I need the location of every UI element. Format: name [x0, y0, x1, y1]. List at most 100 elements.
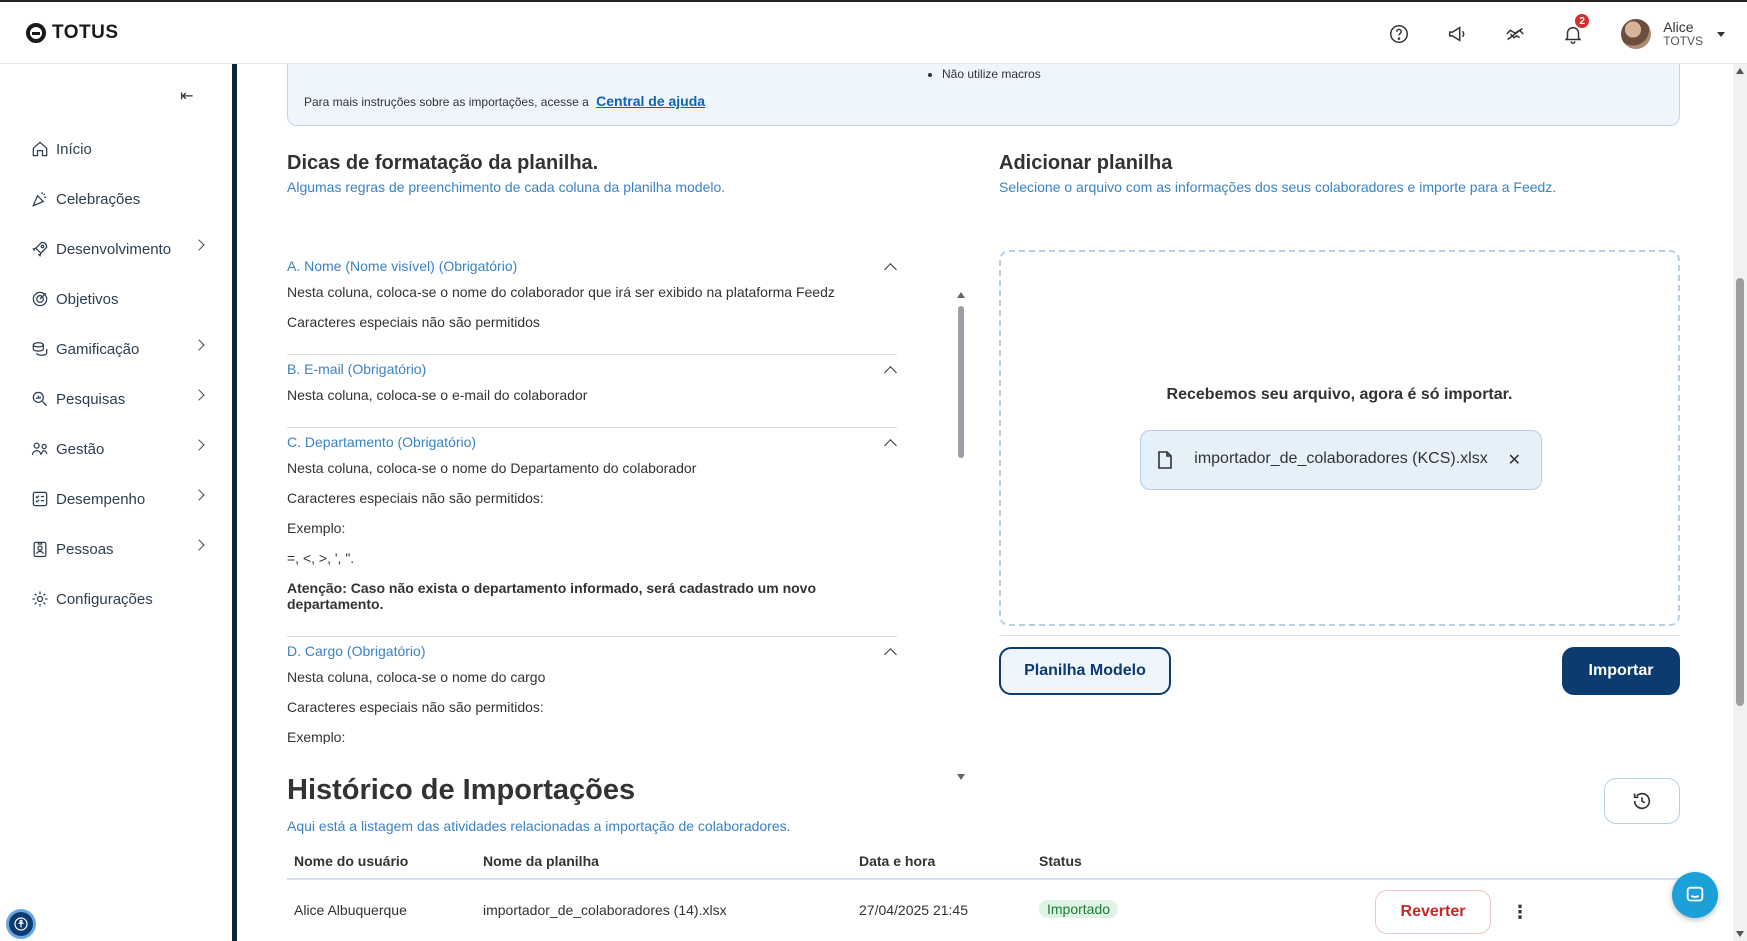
table-body: Alice Albuquerque importador_de_colaborad… [287, 880, 1680, 938]
help-center-link[interactable]: Central de ajuda [596, 93, 705, 109]
upload-subtitle: Selecione o arquivo com as informações d… [999, 179, 1557, 195]
tip-item: A. Nome (Nome visível) (Obrigatório) Nest… [287, 252, 897, 355]
history-title: Histórico de Importações [287, 774, 636, 806]
chevron-right-icon [193, 439, 205, 451]
more-options-icon[interactable]: ⋮ [1511, 902, 1529, 923]
scroll-up-icon[interactable] [957, 292, 965, 298]
sidebar-item-celebracoes[interactable]: Celebrações [0, 174, 232, 224]
history-table: Nome do usuário Nome da planilha Data e ho… [287, 842, 1680, 938]
cell-sheet: importador_de_colaboradores (14).xlsx [483, 902, 727, 918]
file-icon [1158, 451, 1172, 469]
file-dropzone[interactable]: Recebemos seu arquivo, agora é só import… [999, 250, 1680, 626]
tip-title[interactable]: B. E-mail (Obrigatório) [287, 361, 897, 377]
top-bar: TOTUS 2 Alice TOTVS [0, 0, 1747, 64]
info-line: Para mais instruções sobre as importaçõe… [304, 93, 705, 109]
page-scroll-thumb[interactable] [1736, 278, 1744, 706]
chevron-right-icon [193, 539, 205, 551]
tips-title: Dicas de formatação da planilha. [287, 152, 599, 174]
template-sheet-button[interactable]: Planilha Modelo [999, 647, 1171, 695]
page-scroll-up-icon[interactable] [1736, 68, 1744, 74]
tip-title[interactable]: D. Cargo (Obrigatório) [287, 643, 897, 659]
notification-badge: 2 [1575, 14, 1590, 28]
handshake-icon [1506, 27, 1524, 41]
sidebar-item-gestao[interactable]: Gestão [0, 424, 232, 474]
accessibility-icon [14, 917, 28, 931]
tip-line: Caracteres especiais não são permitidos [287, 314, 540, 330]
tip-line: Nesta coluna, coloca-se o nome do colabo… [287, 284, 835, 300]
sidebar-item-inicio[interactable]: Início [0, 124, 232, 174]
user-menu[interactable]: Alice TOTVS [1621, 19, 1725, 49]
cell-user: Alice Albuquerque [294, 902, 407, 918]
tip-item: C. Departamento (Obrigatório) Nesta colun… [287, 428, 897, 637]
accessibility-button[interactable] [6, 909, 36, 939]
people-icon [31, 442, 48, 455]
page-scrollbar[interactable] [1733, 64, 1747, 941]
upload-title: Adicionar planilha [999, 152, 1173, 174]
sidebar-item-desempenho[interactable]: Desempenho [0, 474, 232, 524]
status-badge: Importado [1039, 900, 1119, 918]
checklist-icon [32, 491, 48, 507]
info-bullet: Não utilize macros [928, 67, 1041, 81]
tip-warning: Atenção: Caso não exista o departamento … [287, 580, 817, 612]
column-header: Nome do usuário [294, 853, 409, 869]
chevron-right-icon [193, 239, 205, 251]
top-icons: 2 Alice TOTVS [1379, 14, 1747, 54]
tips-scrollbar[interactable] [957, 292, 965, 780]
avatar [1621, 19, 1652, 49]
sidebar: ⇤ Início Celebrações Desenvolvimento Objeti… [0, 64, 232, 941]
badge-icon [33, 541, 47, 558]
tip-item: B. E-mail (Obrigatório) Nesta coluna, col… [287, 355, 897, 428]
tip-title[interactable]: A. Nome (Nome visível) (Obrigatório) [287, 258, 897, 274]
tip-line: Caracteres especiais não são permitidos: [287, 490, 544, 506]
chevron-right-icon [193, 389, 205, 401]
user-org: TOTVS [1663, 34, 1703, 48]
tip-line: Nesta coluna, coloca-se o e-mail do cola… [287, 387, 588, 403]
sidebar-nav: Início Celebrações Desenvolvimento Objetivo… [0, 124, 232, 624]
caret-down-icon [1717, 31, 1725, 37]
sidebar-item-pesquisas[interactable]: Pesquisas [0, 374, 232, 424]
handshake-button[interactable] [1495, 14, 1535, 54]
sidebar-item-label: Objetivos [56, 290, 119, 308]
sidebar-item-label: Celebrações [56, 190, 141, 208]
tip-title[interactable]: C. Departamento (Obrigatório) [287, 434, 897, 450]
file-name: importador_de_colaboradores (KCS).xlsx [1194, 450, 1488, 467]
main-content: Não utilize macros Para mais instruções … [237, 64, 1737, 941]
tips-scroll-thumb[interactable] [958, 306, 964, 458]
sidebar-item-label: Início [56, 140, 92, 158]
target-icon [32, 291, 48, 307]
question-icon [1390, 25, 1409, 43]
sidebar-item-gamificacao[interactable]: Gamificação [0, 324, 232, 374]
sidebar-item-desenvolvimento[interactable]: Desenvolvimento [0, 224, 232, 274]
import-button[interactable]: Importar [1562, 647, 1680, 695]
scroll-down-icon[interactable] [957, 774, 965, 780]
revert-button[interactable]: Reverter [1375, 890, 1491, 934]
info-text: Para mais instruções sobre as importaçõe… [304, 95, 589, 109]
chevron-right-icon [193, 339, 205, 351]
sidebar-item-objetivos[interactable]: Objetivos [0, 274, 232, 324]
remove-file-button[interactable]: ✕ [1508, 450, 1521, 470]
page-scroll-down-icon[interactable] [1736, 931, 1744, 937]
logo-mark-icon [26, 23, 46, 43]
search-chart-icon [32, 391, 48, 407]
file-chip: importador_de_colaboradores (KCS).xlsx ✕ [1140, 430, 1542, 490]
history-icon [1633, 792, 1651, 810]
history-subtitle: Aqui está a listagem das atividades rela… [287, 818, 791, 834]
collapse-sidebar-button[interactable]: ⇤ [180, 86, 193, 106]
sidebar-item-configuracoes[interactable]: Configurações [0, 574, 232, 624]
announcements-button[interactable] [1437, 14, 1477, 54]
gear-icon [32, 591, 48, 607]
help-button[interactable] [1379, 14, 1419, 54]
history-refresh-button[interactable] [1604, 778, 1680, 824]
column-header: Data e hora [859, 853, 936, 869]
upload-divider [999, 635, 1680, 636]
sidebar-item-pessoas[interactable]: Pessoas [0, 524, 232, 574]
chat-button[interactable] [1672, 872, 1718, 918]
totvs-logo[interactable]: TOTUS [26, 22, 119, 44]
sidebar-item-label: Gestão [56, 440, 105, 458]
tips-list: A. Nome (Nome visível) (Obrigatório) Nest… [287, 252, 897, 744]
sidebar-item-label: Desenvolvimento [56, 240, 172, 258]
tip-line: Nesta coluna, coloca-se o nome do cargo [287, 669, 546, 685]
sidebar-item-label: Pessoas [56, 540, 114, 558]
notifications-button[interactable]: 2 [1553, 14, 1593, 54]
chevron-right-icon [193, 489, 205, 501]
